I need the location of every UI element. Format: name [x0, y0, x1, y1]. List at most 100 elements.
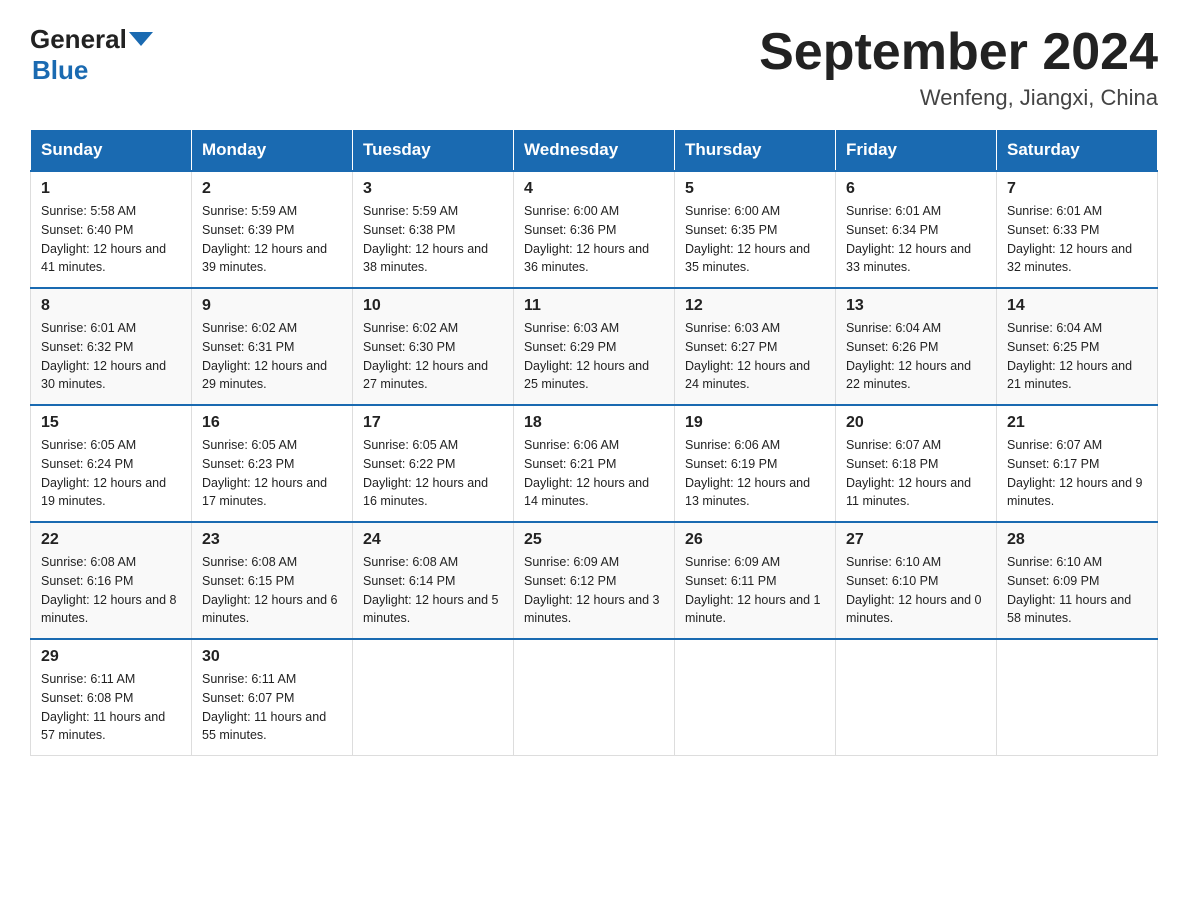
day-info: Sunrise: 6:10 AMSunset: 6:09 PMDaylight:… — [1007, 553, 1147, 628]
logo: General Blue — [30, 24, 155, 86]
day-number: 20 — [846, 414, 986, 432]
calendar-table: Sunday Monday Tuesday Wednesday Thursday… — [30, 129, 1158, 756]
day-number: 11 — [524, 297, 664, 315]
day-info: Sunrise: 6:05 AMSunset: 6:22 PMDaylight:… — [363, 436, 503, 511]
day-number: 1 — [41, 180, 181, 198]
day-info: Sunrise: 6:01 AMSunset: 6:34 PMDaylight:… — [846, 202, 986, 277]
calendar-cell: 9 Sunrise: 6:02 AMSunset: 6:31 PMDayligh… — [192, 288, 353, 405]
day-number: 8 — [41, 297, 181, 315]
calendar-week-row: 8 Sunrise: 6:01 AMSunset: 6:32 PMDayligh… — [31, 288, 1158, 405]
calendar-cell: 24 Sunrise: 6:08 AMSunset: 6:14 PMDaylig… — [353, 522, 514, 639]
day-number: 13 — [846, 297, 986, 315]
calendar-week-row: 1 Sunrise: 5:58 AMSunset: 6:40 PMDayligh… — [31, 171, 1158, 288]
calendar-cell: 5 Sunrise: 6:00 AMSunset: 6:35 PMDayligh… — [675, 171, 836, 288]
calendar-cell: 20 Sunrise: 6:07 AMSunset: 6:18 PMDaylig… — [836, 405, 997, 522]
calendar-cell: 19 Sunrise: 6:06 AMSunset: 6:19 PMDaylig… — [675, 405, 836, 522]
col-thursday: Thursday — [675, 130, 836, 172]
calendar-cell: 15 Sunrise: 6:05 AMSunset: 6:24 PMDaylig… — [31, 405, 192, 522]
day-info: Sunrise: 6:06 AMSunset: 6:21 PMDaylight:… — [524, 436, 664, 511]
day-number: 3 — [363, 180, 503, 198]
month-title: September 2024 — [759, 24, 1158, 81]
calendar-cell: 13 Sunrise: 6:04 AMSunset: 6:26 PMDaylig… — [836, 288, 997, 405]
calendar-cell: 30 Sunrise: 6:11 AMSunset: 6:07 PMDaylig… — [192, 639, 353, 756]
day-number: 23 — [202, 531, 342, 549]
calendar-cell: 25 Sunrise: 6:09 AMSunset: 6:12 PMDaylig… — [514, 522, 675, 639]
col-saturday: Saturday — [997, 130, 1158, 172]
day-number: 5 — [685, 180, 825, 198]
day-info: Sunrise: 6:09 AMSunset: 6:12 PMDaylight:… — [524, 553, 664, 628]
location-title: Wenfeng, Jiangxi, China — [759, 85, 1158, 111]
day-number: 21 — [1007, 414, 1147, 432]
calendar-cell: 26 Sunrise: 6:09 AMSunset: 6:11 PMDaylig… — [675, 522, 836, 639]
calendar-cell: 18 Sunrise: 6:06 AMSunset: 6:21 PMDaylig… — [514, 405, 675, 522]
logo-blue: Blue — [32, 55, 88, 86]
day-info: Sunrise: 6:11 AMSunset: 6:07 PMDaylight:… — [202, 670, 342, 745]
day-number: 28 — [1007, 531, 1147, 549]
day-info: Sunrise: 6:08 AMSunset: 6:14 PMDaylight:… — [363, 553, 503, 628]
col-tuesday: Tuesday — [353, 130, 514, 172]
day-number: 18 — [524, 414, 664, 432]
day-info: Sunrise: 6:00 AMSunset: 6:36 PMDaylight:… — [524, 202, 664, 277]
day-number: 7 — [1007, 180, 1147, 198]
day-info: Sunrise: 6:08 AMSunset: 6:15 PMDaylight:… — [202, 553, 342, 628]
calendar-cell — [675, 639, 836, 756]
day-number: 14 — [1007, 297, 1147, 315]
day-info: Sunrise: 6:06 AMSunset: 6:19 PMDaylight:… — [685, 436, 825, 511]
day-number: 26 — [685, 531, 825, 549]
calendar-cell: 21 Sunrise: 6:07 AMSunset: 6:17 PMDaylig… — [997, 405, 1158, 522]
calendar-cell: 14 Sunrise: 6:04 AMSunset: 6:25 PMDaylig… — [997, 288, 1158, 405]
calendar-cell: 8 Sunrise: 6:01 AMSunset: 6:32 PMDayligh… — [31, 288, 192, 405]
calendar-week-row: 15 Sunrise: 6:05 AMSunset: 6:24 PMDaylig… — [31, 405, 1158, 522]
logo-icon — [127, 24, 155, 52]
day-info: Sunrise: 6:04 AMSunset: 6:25 PMDaylight:… — [1007, 319, 1147, 394]
calendar-header-row: Sunday Monday Tuesday Wednesday Thursday… — [31, 130, 1158, 172]
day-info: Sunrise: 6:07 AMSunset: 6:18 PMDaylight:… — [846, 436, 986, 511]
calendar-cell: 4 Sunrise: 6:00 AMSunset: 6:36 PMDayligh… — [514, 171, 675, 288]
day-info: Sunrise: 6:03 AMSunset: 6:29 PMDaylight:… — [524, 319, 664, 394]
calendar-week-row: 29 Sunrise: 6:11 AMSunset: 6:08 PMDaylig… — [31, 639, 1158, 756]
calendar-cell: 29 Sunrise: 6:11 AMSunset: 6:08 PMDaylig… — [31, 639, 192, 756]
day-info: Sunrise: 6:08 AMSunset: 6:16 PMDaylight:… — [41, 553, 181, 628]
col-sunday: Sunday — [31, 130, 192, 172]
day-info: Sunrise: 6:05 AMSunset: 6:24 PMDaylight:… — [41, 436, 181, 511]
calendar-cell: 3 Sunrise: 5:59 AMSunset: 6:38 PMDayligh… — [353, 171, 514, 288]
calendar-cell: 6 Sunrise: 6:01 AMSunset: 6:34 PMDayligh… — [836, 171, 997, 288]
calendar-cell: 27 Sunrise: 6:10 AMSunset: 6:10 PMDaylig… — [836, 522, 997, 639]
col-wednesday: Wednesday — [514, 130, 675, 172]
calendar-cell: 10 Sunrise: 6:02 AMSunset: 6:30 PMDaylig… — [353, 288, 514, 405]
day-info: Sunrise: 6:01 AMSunset: 6:33 PMDaylight:… — [1007, 202, 1147, 277]
day-number: 12 — [685, 297, 825, 315]
title-area: September 2024 Wenfeng, Jiangxi, China — [759, 24, 1158, 111]
day-number: 25 — [524, 531, 664, 549]
calendar-cell — [514, 639, 675, 756]
day-info: Sunrise: 5:59 AMSunset: 6:39 PMDaylight:… — [202, 202, 342, 277]
calendar-cell: 7 Sunrise: 6:01 AMSunset: 6:33 PMDayligh… — [997, 171, 1158, 288]
day-info: Sunrise: 6:02 AMSunset: 6:31 PMDaylight:… — [202, 319, 342, 394]
calendar-cell: 2 Sunrise: 5:59 AMSunset: 6:39 PMDayligh… — [192, 171, 353, 288]
calendar-cell: 16 Sunrise: 6:05 AMSunset: 6:23 PMDaylig… — [192, 405, 353, 522]
calendar-cell: 17 Sunrise: 6:05 AMSunset: 6:22 PMDaylig… — [353, 405, 514, 522]
day-number: 24 — [363, 531, 503, 549]
day-info: Sunrise: 6:11 AMSunset: 6:08 PMDaylight:… — [41, 670, 181, 745]
col-monday: Monday — [192, 130, 353, 172]
calendar-cell: 11 Sunrise: 6:03 AMSunset: 6:29 PMDaylig… — [514, 288, 675, 405]
day-info: Sunrise: 6:09 AMSunset: 6:11 PMDaylight:… — [685, 553, 825, 628]
day-info: Sunrise: 5:58 AMSunset: 6:40 PMDaylight:… — [41, 202, 181, 277]
calendar-cell — [353, 639, 514, 756]
day-number: 22 — [41, 531, 181, 549]
day-number: 27 — [846, 531, 986, 549]
day-number: 6 — [846, 180, 986, 198]
day-number: 4 — [524, 180, 664, 198]
day-info: Sunrise: 6:02 AMSunset: 6:30 PMDaylight:… — [363, 319, 503, 394]
day-number: 30 — [202, 648, 342, 666]
calendar-cell: 28 Sunrise: 6:10 AMSunset: 6:09 PMDaylig… — [997, 522, 1158, 639]
col-friday: Friday — [836, 130, 997, 172]
day-info: Sunrise: 6:01 AMSunset: 6:32 PMDaylight:… — [41, 319, 181, 394]
day-info: Sunrise: 6:00 AMSunset: 6:35 PMDaylight:… — [685, 202, 825, 277]
day-number: 17 — [363, 414, 503, 432]
header: General Blue September 2024 Wenfeng, Jia… — [30, 24, 1158, 111]
day-number: 16 — [202, 414, 342, 432]
calendar-cell: 1 Sunrise: 5:58 AMSunset: 6:40 PMDayligh… — [31, 171, 192, 288]
calendar-cell — [997, 639, 1158, 756]
calendar-cell: 12 Sunrise: 6:03 AMSunset: 6:27 PMDaylig… — [675, 288, 836, 405]
